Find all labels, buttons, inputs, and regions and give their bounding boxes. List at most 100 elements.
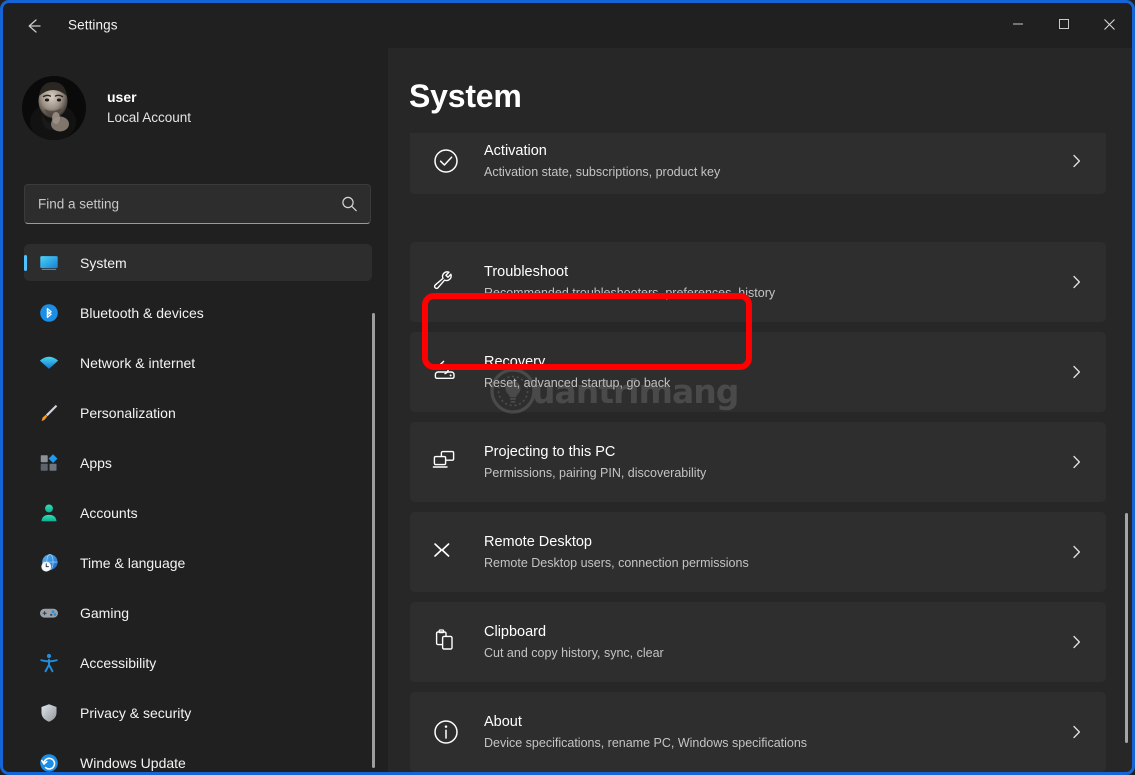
sidebar-item-personalization[interactable]: Personalization <box>24 394 372 431</box>
wrench-icon <box>431 267 461 297</box>
card-text-block: About Device specifications, rename PC, W… <box>484 713 807 751</box>
card-text-block: Projecting to this PC Permissions, pairin… <box>484 443 706 481</box>
sidebar-item-bluetooth-devices[interactable]: Bluetooth & devices <box>24 294 372 331</box>
gamepad-icon <box>38 602 60 624</box>
card-title: Projecting to this PC <box>484 443 706 462</box>
remote-desktop-icon <box>431 537 461 567</box>
profile-name: user <box>107 89 191 107</box>
card-title: Clipboard <box>484 623 664 642</box>
clock-globe-icon <box>38 552 60 574</box>
nav-spacer <box>3 631 388 644</box>
sidebar-item-label: Gaming <box>80 605 129 621</box>
sidebar-item-privacy-security[interactable]: Privacy & security <box>24 694 372 731</box>
chevron-right-icon[interactable] <box>1069 455 1084 470</box>
sidebar-nav: System Bluetooth & devices Network & inter… <box>3 244 388 775</box>
settings-card-list: ActivationActivation state, subscription… <box>388 133 1132 775</box>
sidebar-scrollbar[interactable] <box>372 313 375 768</box>
sidebar-item-label: Privacy & security <box>80 705 191 721</box>
nav-spacer <box>3 531 388 544</box>
sidebar-item-accessibility[interactable]: Accessibility <box>24 644 372 681</box>
card-text-block: ActivationActivation state, subscription… <box>484 142 720 180</box>
chevron-right-icon[interactable] <box>1069 275 1084 290</box>
user-avatar <box>22 76 86 140</box>
sidebar-item-label: Apps <box>80 455 112 471</box>
sidebar: user Local Account Find a setting System… <box>3 48 388 775</box>
paintbrush-icon <box>38 402 60 424</box>
card-text-block: Remote Desktop Remote Desktop users, conn… <box>484 533 749 571</box>
nav-spacer <box>3 481 388 494</box>
settings-card-clipboard[interactable]: Clipboard Cut and copy history, sync, cle… <box>410 602 1106 682</box>
chevron-right-icon[interactable] <box>1069 725 1084 740</box>
nav-spacer <box>3 331 388 344</box>
sidebar-item-label: Windows Update <box>80 755 186 771</box>
profile-section[interactable]: user Local Account <box>22 70 362 146</box>
nav-spacer <box>3 581 388 594</box>
nav-spacer <box>3 381 388 394</box>
sidebar-item-system[interactable]: System <box>24 244 372 281</box>
sidebar-item-gaming[interactable]: Gaming <box>24 594 372 631</box>
card-subtitle: Remote Desktop users, connection permiss… <box>484 555 749 571</box>
check-circle-icon <box>431 146 461 176</box>
sidebar-item-label: Time & language <box>80 555 185 571</box>
content-scrollbar[interactable] <box>1125 513 1128 743</box>
nav-spacer <box>3 681 388 694</box>
search-input[interactable]: Find a setting <box>24 184 371 224</box>
project-screen-icon <box>431 447 461 477</box>
sidebar-item-apps[interactable]: Apps <box>24 444 372 481</box>
chevron-right-icon[interactable] <box>1069 154 1084 169</box>
close-button[interactable] <box>1086 3 1132 45</box>
card-title: Remote Desktop <box>484 533 749 552</box>
chevron-right-icon[interactable] <box>1069 635 1084 650</box>
sidebar-item-network-internet[interactable]: Network & internet <box>24 344 372 381</box>
minimize-button[interactable] <box>995 3 1041 45</box>
back-button[interactable] <box>14 11 54 41</box>
recovery-icon <box>431 357 461 387</box>
sidebar-item-windows-update[interactable]: Windows Update <box>24 744 372 775</box>
sidebar-item-label: Network & internet <box>80 355 195 371</box>
card-text-block: Clipboard Cut and copy history, sync, cle… <box>484 623 664 661</box>
back-arrow-icon <box>24 16 44 36</box>
apps-grid-icon <box>38 452 60 474</box>
windows-update-icon <box>38 752 60 774</box>
card-title: Troubleshoot <box>484 263 775 282</box>
card-title: Activation <box>484 142 720 161</box>
chevron-right-icon[interactable] <box>1069 545 1084 560</box>
sidebar-item-time-language[interactable]: Time & language <box>24 544 372 581</box>
avatar <box>22 76 86 140</box>
sidebar-item-label: Bluetooth & devices <box>80 305 204 321</box>
settings-card-activation[interactable]: ActivationActivation state, subscription… <box>410 133 1106 194</box>
settings-card-remote-desktop[interactable]: Remote Desktop Remote Desktop users, conn… <box>410 512 1106 592</box>
card-subtitle: Cut and copy history, sync, clear <box>484 645 664 661</box>
card-subtitle: Permissions, pairing PIN, discoverabilit… <box>484 465 706 481</box>
monitor-icon <box>38 252 60 274</box>
settings-card-about[interactable]: About Device specifications, rename PC, W… <box>410 692 1106 772</box>
minimize-icon <box>1012 18 1024 30</box>
window-title: Settings <box>68 18 118 33</box>
card-title: About <box>484 713 807 732</box>
card-subtitle: Recommended troubleshooters, preferences… <box>484 285 775 301</box>
search-icon[interactable] <box>341 196 358 213</box>
wifi-icon <box>38 352 60 374</box>
card-subtitle: Reset, advanced startup, go back <box>484 375 670 391</box>
nav-spacer <box>3 731 388 744</box>
settings-card-troubleshoot[interactable]: Troubleshoot Recommended troubleshooters,… <box>410 242 1106 322</box>
maximize-icon <box>1058 18 1070 30</box>
info-circle-icon <box>431 717 461 747</box>
close-icon <box>1103 18 1116 31</box>
person-icon <box>38 502 60 524</box>
sidebar-item-label: Personalization <box>80 405 176 421</box>
sidebar-item-label: Accounts <box>80 505 138 521</box>
settings-window: Settings <box>0 0 1135 775</box>
search-placeholder: Find a setting <box>38 197 119 212</box>
sidebar-item-accounts[interactable]: Accounts <box>24 494 372 531</box>
card-subtitle: Device specifications, rename PC, Window… <box>484 735 807 751</box>
title-bar: Settings <box>3 3 1132 48</box>
sidebar-item-label: Accessibility <box>80 655 156 671</box>
maximize-button[interactable] <box>1041 3 1087 45</box>
clipboard-icon <box>431 627 461 657</box>
settings-card-recovery[interactable]: RecoveryReset, advanced startup, go back <box>410 332 1106 412</box>
chevron-right-icon[interactable] <box>1069 365 1084 380</box>
selected-indicator <box>24 255 27 271</box>
settings-card-projecting-to-this-pc[interactable]: Projecting to this PC Permissions, pairin… <box>410 422 1106 502</box>
shield-icon <box>38 702 60 724</box>
